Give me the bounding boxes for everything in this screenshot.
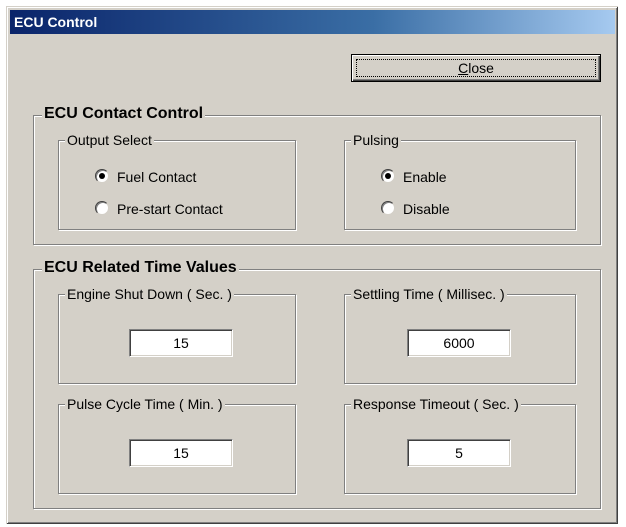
window-title: ECU Control bbox=[14, 14, 98, 30]
response-timeout-input[interactable]: 5 bbox=[407, 439, 511, 467]
radio-button[interactable] bbox=[381, 169, 395, 183]
close-button-label: Close bbox=[458, 60, 494, 76]
radio-pre-start-contact[interactable]: Pre-start Contact bbox=[95, 199, 223, 219]
title-bar: ECU Control bbox=[10, 10, 615, 34]
pulse-cycle-time-input[interactable]: 15 bbox=[129, 439, 233, 467]
ecu-control-dialog: ECU Control Close ECU Contact Control Ou… bbox=[6, 6, 618, 524]
radio-disable[interactable]: Disable bbox=[381, 199, 450, 219]
pulsing-title: Pulsing bbox=[351, 131, 401, 149]
response-timeout-label: Response Timeout ( Sec. ) bbox=[351, 395, 521, 413]
time-values-group: ECU Related Time Values Engine Shut Down… bbox=[33, 259, 601, 509]
contact-control-group: ECU Contact Control Output Select Fuel C… bbox=[33, 105, 601, 245]
settling-time-group: Settling Time ( Millisec. ) 6000 bbox=[344, 285, 576, 384]
radio-enable[interactable]: Enable bbox=[381, 167, 447, 187]
radio-button[interactable] bbox=[381, 201, 395, 215]
output-select-title: Output Select bbox=[65, 131, 154, 149]
pulse-cycle-time-label: Pulse Cycle Time ( Min. ) bbox=[65, 395, 225, 413]
engine-shut-down-label: Engine Shut Down ( Sec. ) bbox=[65, 285, 234, 303]
pulsing-group: Pulsing Enable Disable bbox=[344, 131, 576, 230]
response-timeout-group: Response Timeout ( Sec. ) 5 bbox=[344, 395, 576, 494]
radio-button[interactable] bbox=[95, 169, 109, 183]
radio-dot bbox=[99, 173, 105, 179]
settling-time-label: Settling Time ( Millisec. ) bbox=[351, 285, 507, 303]
radio-fuel-contact[interactable]: Fuel Contact bbox=[95, 167, 196, 187]
pulse-cycle-time-group: Pulse Cycle Time ( Min. ) 15 bbox=[58, 395, 296, 494]
contact-control-title: ECU Contact Control bbox=[42, 105, 206, 123]
close-button[interactable]: Close bbox=[351, 54, 601, 82]
time-values-title: ECU Related Time Values bbox=[42, 259, 239, 277]
settling-time-input[interactable]: 6000 bbox=[407, 329, 511, 357]
radio-dot bbox=[385, 173, 391, 179]
engine-shut-down-input[interactable]: 15 bbox=[129, 329, 233, 357]
radio-button[interactable] bbox=[95, 201, 109, 215]
engine-shut-down-group: Engine Shut Down ( Sec. ) 15 bbox=[58, 285, 296, 384]
output-select-group: Output Select Fuel Contact Pre-start Con… bbox=[58, 131, 296, 230]
